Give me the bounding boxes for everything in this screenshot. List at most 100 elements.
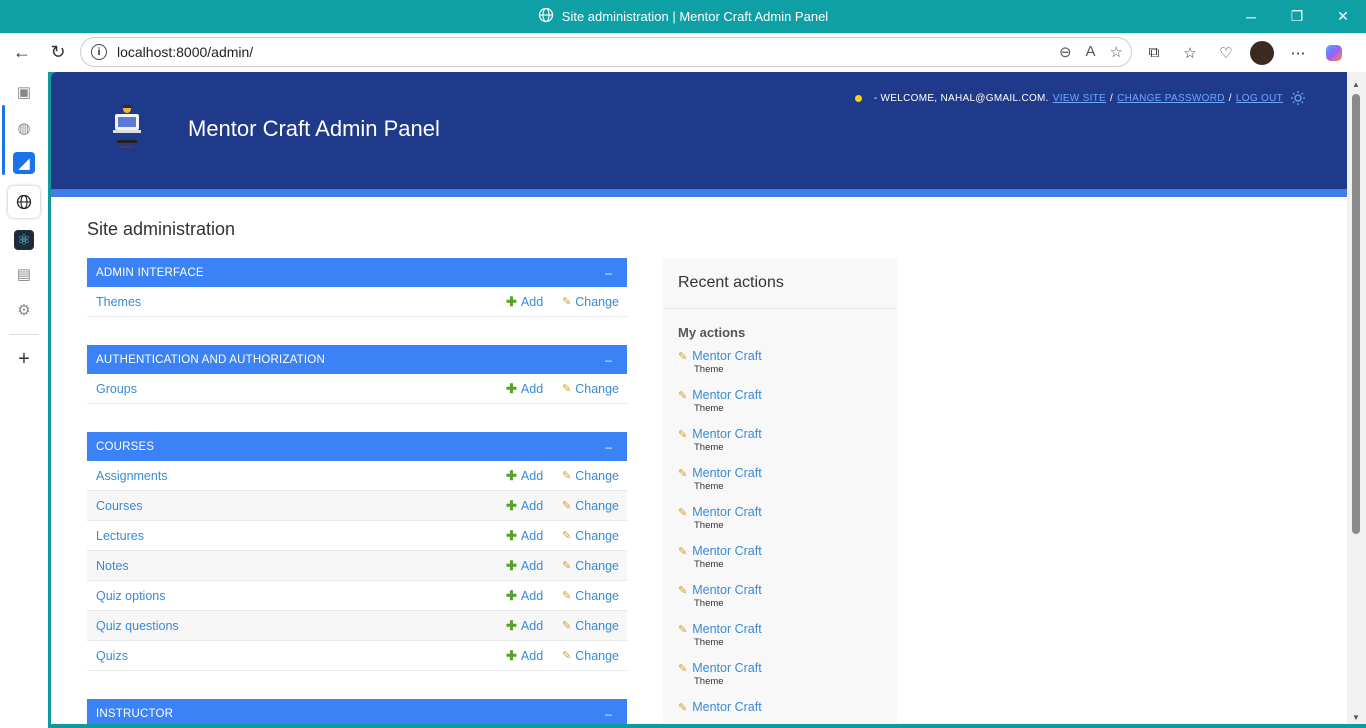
more-icon[interactable]: ⋯ (1286, 41, 1310, 65)
add-label[interactable]: Add (521, 649, 543, 663)
favorites-icon[interactable]: ☆ (1178, 41, 1202, 65)
view-site-link[interactable]: VIEW SITE (1053, 93, 1106, 104)
recent-action-link[interactable]: Mentor Craft (692, 622, 761, 636)
collapse-icon[interactable]: – (605, 353, 612, 367)
health-icon[interactable]: ♡ (1214, 41, 1238, 65)
profile-avatar[interactable] (1250, 40, 1274, 65)
add-link[interactable]: ✚ Add (506, 528, 562, 544)
add-link[interactable]: ✚ Add (506, 648, 562, 664)
add-label[interactable]: Add (521, 559, 543, 573)
change-label[interactable]: Change (575, 382, 619, 396)
change-label[interactable]: Change (575, 469, 619, 483)
model-link[interactable]: Quiz questions (96, 619, 506, 633)
change-link[interactable]: ✎ Change (562, 529, 619, 543)
change-link[interactable]: ✎ Change (562, 559, 619, 573)
model-link[interactable]: Lectures (96, 529, 506, 543)
change-label[interactable]: Change (575, 499, 619, 513)
recent-action-link[interactable]: Mentor Craft (692, 388, 761, 402)
new-tab-plus-icon[interactable]: + (12, 347, 36, 371)
model-link[interactable]: Notes (96, 559, 506, 573)
model-link[interactable]: Themes (96, 295, 506, 309)
change-password-link[interactable]: CHANGE PASSWORD (1117, 93, 1225, 104)
tab-calendar-icon[interactable]: ▤ (12, 262, 36, 286)
change-link[interactable]: ✎ Change (562, 382, 619, 396)
model-link[interactable]: Quiz options (96, 589, 506, 603)
module-header[interactable]: COURSES – (87, 432, 627, 461)
minimize-icon[interactable]: ─ (1228, 0, 1274, 33)
tab-globe-icon[interactable]: ◍ (12, 116, 36, 140)
tab-react-icon[interactable]: ⚛ (14, 230, 34, 250)
favorite-star-icon[interactable]: ☆ (1110, 43, 1123, 61)
change-label[interactable]: Change (575, 589, 619, 603)
add-link[interactable]: ✚ Add (506, 618, 562, 634)
close-icon[interactable]: ✕ (1320, 0, 1366, 33)
change-label[interactable]: Change (575, 529, 619, 543)
tab-actions-icon[interactable]: ▣ (12, 80, 36, 104)
module-header[interactable]: ADMIN INTERFACE – (87, 258, 627, 287)
extensions-icon[interactable]: ⧉ (1142, 41, 1166, 65)
add-link[interactable]: ✚ Add (506, 381, 562, 397)
address-bar[interactable]: i localhost:8000/admin/ ⊖ A ☆ (80, 37, 1132, 67)
restore-icon[interactable]: ❐ (1274, 0, 1320, 33)
model-link[interactable]: Quizs (96, 649, 506, 663)
site-brand-title[interactable]: Mentor Craft Admin Panel (188, 116, 440, 142)
add-link[interactable]: ✚ Add (506, 294, 562, 310)
recent-action-link[interactable]: Mentor Craft (692, 505, 761, 519)
change-label[interactable]: Change (575, 649, 619, 663)
add-label[interactable]: Add (521, 382, 543, 396)
change-link[interactable]: ✎ Change (562, 469, 619, 483)
add-link[interactable]: ✚ Add (506, 468, 562, 484)
add-label[interactable]: Add (521, 295, 543, 309)
recent-action-link[interactable]: Mentor Craft (692, 700, 761, 714)
module-title[interactable]: AUTHENTICATION AND AUTHORIZATION (96, 354, 325, 366)
model-link[interactable]: Groups (96, 382, 506, 396)
copilot-icon[interactable] (1322, 41, 1346, 65)
collapse-icon[interactable]: – (605, 440, 612, 454)
module-header[interactable]: AUTHENTICATION AND AUTHORIZATION – (87, 345, 627, 374)
module-title[interactable]: COURSES (96, 441, 154, 453)
model-link[interactable]: Assignments (96, 469, 506, 483)
recent-action-link[interactable]: Mentor Craft (692, 661, 761, 675)
info-icon[interactable]: i (91, 44, 107, 60)
change-link[interactable]: ✎ Change (562, 499, 619, 513)
module-title[interactable]: ADMIN INTERFACE (96, 267, 204, 279)
recent-action-link[interactable]: Mentor Craft (692, 466, 761, 480)
tab-app-icon[interactable]: ◢ (13, 152, 35, 174)
change-link[interactable]: ✎ Change (562, 619, 619, 633)
back-arrow-icon[interactable]: ← (4, 35, 40, 71)
tab-current-globe-icon[interactable] (8, 186, 40, 218)
tab-settings-icon[interactable]: ⚙ (12, 298, 36, 322)
scroll-up-icon[interactable]: ▲ (1352, 80, 1360, 89)
module-header[interactable]: INSTRUCTOR – (87, 699, 627, 724)
recent-action-link[interactable]: Mentor Craft (692, 349, 761, 363)
collapse-icon[interactable]: – (605, 707, 612, 721)
log-out-link[interactable]: LOG OUT (1236, 93, 1283, 104)
change-link[interactable]: ✎ Change (562, 295, 619, 309)
recent-action-link[interactable]: Mentor Craft (692, 583, 761, 597)
add-label[interactable]: Add (521, 619, 543, 633)
add-label[interactable]: Add (521, 529, 543, 543)
recent-action-link[interactable]: Mentor Craft (692, 544, 761, 558)
change-label[interactable]: Change (575, 559, 619, 573)
scroll-down-icon[interactable]: ▼ (1352, 713, 1360, 722)
theme-toggle-sun-icon[interactable] (1291, 91, 1305, 105)
refresh-icon[interactable]: ↻ (40, 35, 76, 71)
add-link[interactable]: ✚ Add (506, 498, 562, 514)
change-link[interactable]: ✎ Change (562, 589, 619, 603)
change-label[interactable]: Change (575, 295, 619, 309)
scrollbar-thumb[interactable] (1352, 94, 1360, 534)
url-text[interactable]: localhost:8000/admin/ (117, 44, 253, 60)
add-label[interactable]: Add (521, 499, 543, 513)
add-link[interactable]: ✚ Add (506, 588, 562, 604)
page-scrollbar[interactable]: ▲ ▼ (1347, 72, 1366, 724)
recent-action-link[interactable]: Mentor Craft (692, 427, 761, 441)
change-label[interactable]: Change (575, 619, 619, 633)
collapse-icon[interactable]: – (605, 266, 612, 280)
mentor-craft-logo[interactable] (109, 102, 145, 152)
zoom-out-icon[interactable]: ⊖ (1059, 43, 1072, 61)
read-aloud-icon[interactable]: A (1086, 43, 1096, 61)
module-title[interactable]: INSTRUCTOR (96, 708, 173, 720)
model-link[interactable]: Courses (96, 499, 506, 513)
add-link[interactable]: ✚ Add (506, 558, 562, 574)
add-label[interactable]: Add (521, 469, 543, 483)
